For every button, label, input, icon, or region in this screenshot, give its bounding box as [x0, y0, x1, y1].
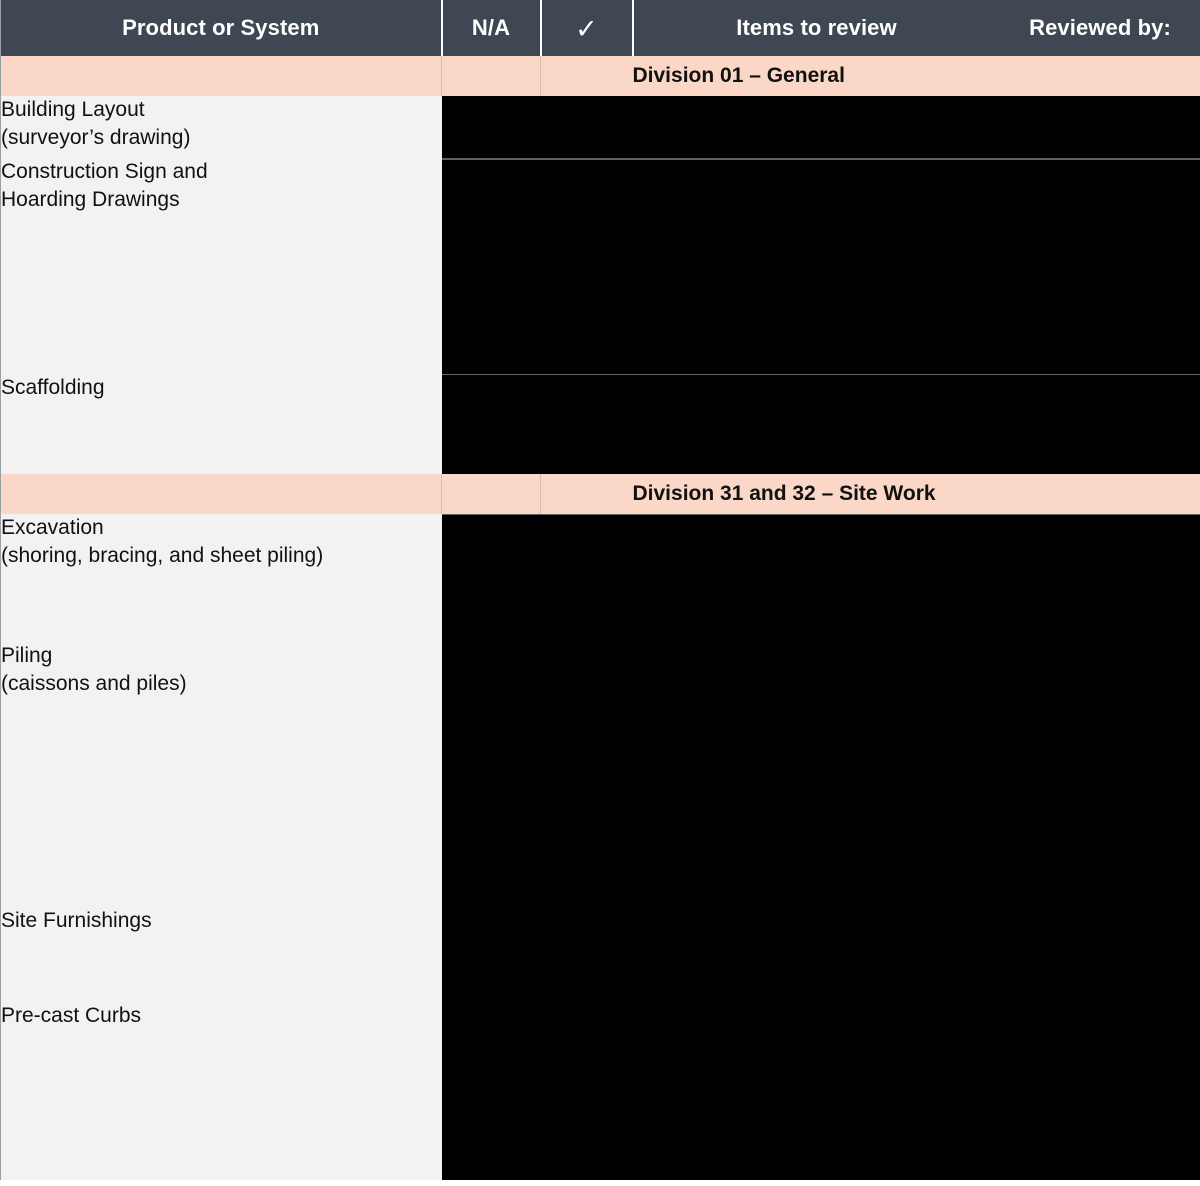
reviewed-by-entry-cell[interactable]: [999, 158, 1200, 374]
items-to-review-entry-cell[interactable]: [632, 96, 1000, 158]
division-title: Division 01 – General: [632, 56, 1200, 96]
header-row: Product or System N/A ✓ Items to review …: [0, 0, 1200, 56]
product-or-system-cell: Pre-cast Curbs: [0, 1002, 442, 1180]
division-spacer-product: [0, 474, 442, 514]
items-to-review-entry-cell[interactable]: [632, 158, 1000, 374]
reviewed-by-entry-cell[interactable]: [999, 374, 1200, 474]
product-subtitle: Hoarding Drawings: [1, 187, 180, 211]
product-title: Piling: [1, 644, 53, 667]
reviewed-by-entry-cell[interactable]: [999, 642, 1200, 907]
division-header-row: Division 01 – General: [0, 56, 1200, 96]
product-or-system-cell: Building Layout (surveyor’s drawing): [0, 96, 442, 158]
check-entry-cell[interactable]: [540, 514, 633, 642]
check-entry-cell[interactable]: [540, 158, 633, 374]
table-row: Building Layout (surveyor’s drawing): [0, 96, 1200, 158]
product-subtitle: (caissons and piles): [1, 671, 187, 695]
items-to-review-entry-cell[interactable]: [632, 907, 1000, 1002]
product-title: Building Layout: [1, 98, 145, 121]
na-entry-cell[interactable]: [441, 514, 541, 642]
na-entry-cell[interactable]: [441, 158, 541, 374]
reviewed-by-entry-cell[interactable]: [999, 1002, 1200, 1180]
items-to-review-entry-cell[interactable]: [632, 514, 1000, 642]
column-header-product: Product or System: [0, 0, 442, 56]
items-to-review-entry-cell[interactable]: [632, 642, 1000, 907]
table-row: Scaffolding: [0, 374, 1200, 474]
column-header-na: N/A: [440, 0, 541, 56]
table-row: Site Furnishings: [0, 907, 1200, 1002]
table-row: Piling (caissons and piles): [0, 642, 1200, 907]
checkmark-icon: ✓: [575, 14, 598, 44]
table-header: Product or System N/A ✓ Items to review …: [0, 0, 1200, 56]
na-entry-cell[interactable]: [441, 642, 541, 907]
product-or-system-cell: Piling (caissons and piles): [0, 642, 442, 907]
check-entry-cell[interactable]: [540, 1002, 633, 1180]
division-spacer-na: [441, 56, 541, 96]
table-body: Division 01 – General Building Layout (sur…: [0, 56, 1200, 1180]
product-title: Construction Sign and: [1, 160, 208, 183]
product-or-system-cell: Excavation (shoring, bracing, and sheet p…: [0, 514, 442, 642]
division-spacer-check: [540, 474, 633, 514]
na-entry-cell[interactable]: [441, 907, 541, 1002]
division-spacer-check: [540, 56, 633, 96]
check-entry-cell[interactable]: [540, 96, 633, 158]
column-header-check: ✓: [539, 0, 633, 56]
division-spacer-product: [0, 56, 442, 96]
items-to-review-entry-cell[interactable]: [632, 374, 1000, 474]
items-to-review-entry-cell[interactable]: [632, 1002, 1000, 1180]
division-header-row: Division 31 and 32 – Site Work: [0, 474, 1200, 514]
check-entry-cell[interactable]: [540, 642, 633, 907]
product-or-system-cell: Construction Sign and Hoarding Drawings: [0, 158, 442, 374]
product-or-system-cell: Site Furnishings: [0, 907, 442, 1002]
product-title: Excavation: [1, 516, 104, 539]
product-title: Pre-cast Curbs: [1, 1004, 142, 1027]
na-entry-cell[interactable]: [441, 374, 541, 474]
table-row: Pre-cast Curbs: [0, 1002, 1200, 1180]
reviewed-by-entry-cell[interactable]: [999, 96, 1200, 158]
division-title: Division 31 and 32 – Site Work: [632, 474, 1200, 514]
product-subtitle: (surveyor’s drawing): [1, 125, 191, 149]
division-spacer-na: [441, 474, 541, 514]
check-entry-cell[interactable]: [540, 907, 633, 1002]
product-title: Scaffolding: [1, 376, 105, 399]
na-entry-cell[interactable]: [441, 1002, 541, 1180]
inspection-checklist-table: Product or System N/A ✓ Items to review …: [0, 0, 1200, 1180]
column-header-items: Items to review: [631, 0, 1000, 56]
product-title: Site Furnishings: [1, 909, 152, 932]
product-or-system-cell: Scaffolding: [0, 374, 442, 474]
table-row: Construction Sign and Hoarding Drawings: [0, 158, 1200, 374]
product-subtitle: (shoring, bracing, and sheet piling): [1, 543, 324, 567]
check-entry-cell[interactable]: [540, 374, 633, 474]
na-entry-cell[interactable]: [441, 96, 541, 158]
table-row: Excavation (shoring, bracing, and sheet p…: [0, 514, 1200, 642]
reviewed-by-entry-cell[interactable]: [999, 907, 1200, 1002]
column-header-reviewed-by: Reviewed by:: [999, 0, 1200, 56]
reviewed-by-entry-cell[interactable]: [999, 514, 1200, 642]
